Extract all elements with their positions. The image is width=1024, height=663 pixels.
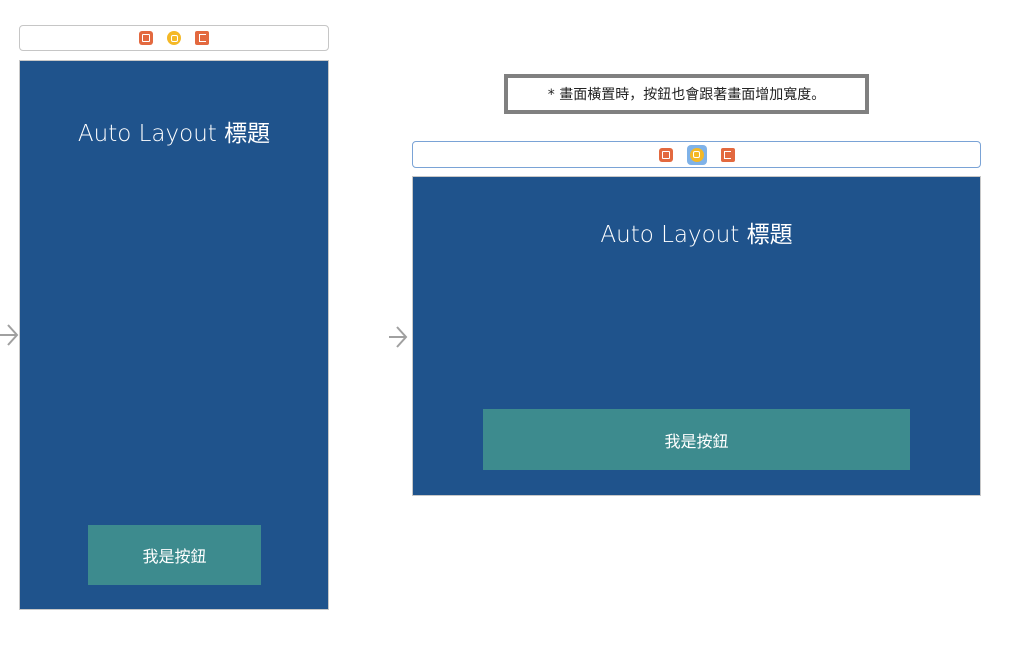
landscape-button[interactable]: 我是按鈕 <box>483 409 910 470</box>
entry-point-arrow-icon <box>389 326 408 348</box>
portrait-title-label: Auto Layout 標題 <box>77 121 271 147</box>
first-responder-icon[interactable] <box>167 31 181 45</box>
rotation-note: * 畫面橫置時，按鈕也會跟著畫面增加寬度。 <box>504 74 869 114</box>
first-responder-icon <box>689 147 704 162</box>
portrait-view[interactable]: Auto Layout 標題 我是按鈕 <box>19 60 329 610</box>
entry-point-arrow-icon <box>0 324 19 346</box>
view-controller-cube-icon[interactable] <box>139 31 153 45</box>
landscape-view[interactable]: Auto Layout 標題 我是按鈕 <box>412 176 981 496</box>
portrait-button[interactable]: 我是按鈕 <box>88 525 261 585</box>
selected-first-responder-icon[interactable] <box>686 144 707 165</box>
landscape-title-label: Auto Layout 標題 <box>600 222 793 248</box>
landscape-scene-bar[interactable] <box>412 141 981 168</box>
portrait-scene-bar[interactable] <box>19 25 329 51</box>
exit-icon[interactable] <box>720 147 735 162</box>
exit-icon[interactable] <box>195 31 209 45</box>
view-controller-cube-icon[interactable] <box>658 147 673 162</box>
